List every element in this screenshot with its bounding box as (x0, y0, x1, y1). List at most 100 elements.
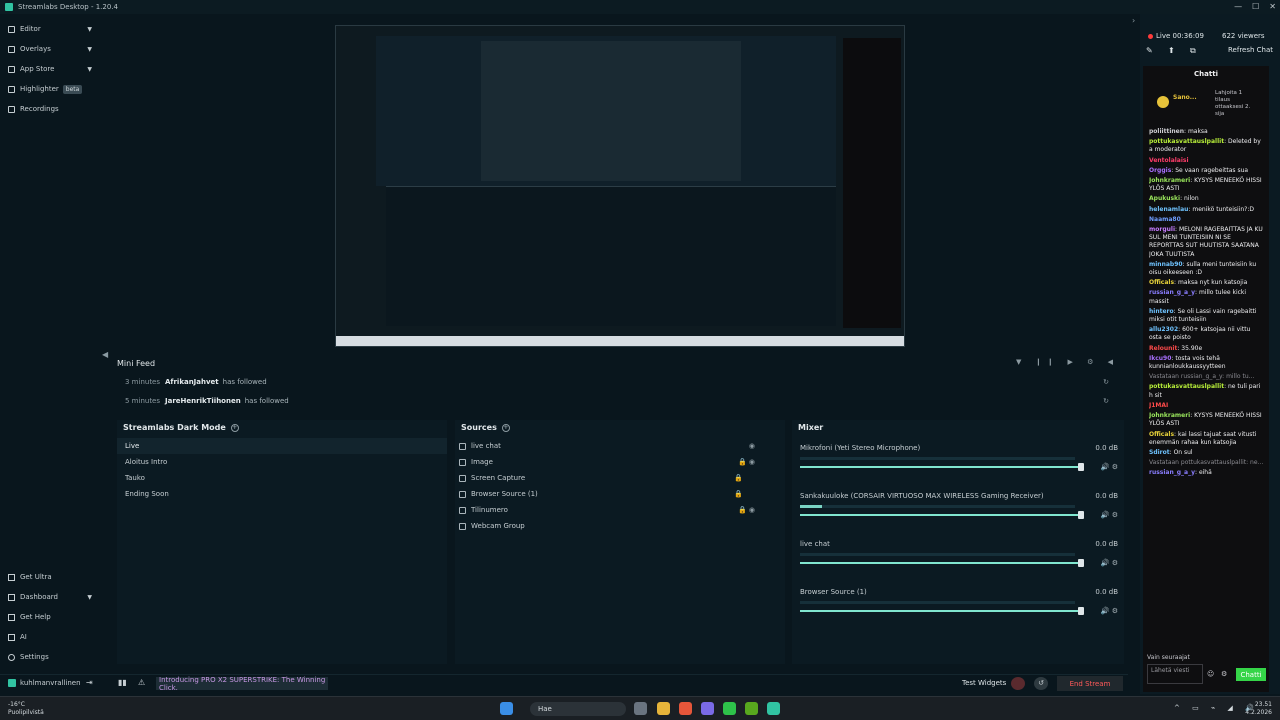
stream-preview[interactable] (335, 25, 905, 347)
performance-icon[interactable]: ▮▮ (118, 678, 127, 687)
sidebar-item-overlays[interactable]: Overlays ▼ (0, 40, 100, 58)
taskbar-clock[interactable]: 23.51 4.2.2026 (1245, 701, 1272, 717)
chat-settings-icon[interactable]: ⚙ (1221, 670, 1227, 678)
spotify-icon[interactable] (723, 702, 736, 715)
chat-username[interactable]: pottukasvattauslpallit (1149, 138, 1224, 145)
source-item[interactable]: Webcam Group (455, 518, 783, 534)
gift-banner[interactable]: Sano... Lahjoita 1 tilaus ottaaksesi 2. … (1157, 90, 1257, 122)
chat-username[interactable]: allu2302 (1149, 326, 1178, 333)
chat-username[interactable]: Officals (1149, 431, 1174, 438)
chat-username[interactable]: Officals (1149, 279, 1174, 286)
test-widgets-button[interactable]: Test Widgets (962, 679, 1006, 687)
logout-icon[interactable]: ⇥ (86, 678, 93, 687)
start-icon[interactable] (500, 702, 513, 715)
mute-settings-icons[interactable]: 🔊 ⚙ (1101, 511, 1118, 519)
source-item[interactable]: Screen Capture 🔒 (455, 470, 783, 486)
volume-slider-handle[interactable] (1078, 511, 1084, 519)
replay-icon[interactable]: ↻ (1103, 397, 1109, 405)
close-button[interactable]: ✕ (1269, 2, 1276, 11)
chat-username[interactable]: hintero (1149, 308, 1174, 315)
scene-item-ending-soon[interactable]: Ending Soon (117, 486, 447, 502)
firefox-icon[interactable] (679, 702, 692, 715)
chat-username[interactable]: J1MAI (1149, 402, 1168, 409)
lock-icon[interactable]: 🔒 (734, 474, 743, 482)
chat-username[interactable]: Apukuski (1149, 195, 1180, 202)
collapse-right-icon[interactable]: › (1132, 16, 1135, 25)
scene-item-live[interactable]: Live (117, 438, 447, 454)
replay-icon[interactable]: ↻ (1103, 378, 1109, 386)
refresh-chat-button[interactable]: Refresh Chat (1228, 46, 1273, 54)
chat-username[interactable]: minnab90 (1149, 261, 1183, 268)
chat-username[interactable]: Orggis (1149, 167, 1171, 174)
discord-icon[interactable] (701, 702, 714, 715)
sidebar-item-editor[interactable]: Editor ▼ (0, 20, 100, 38)
minimize-button[interactable]: — (1234, 2, 1242, 11)
streamlabs-taskbar-icon[interactable] (767, 702, 780, 715)
source-item[interactable]: Tilinumero 🔒 ◉ (455, 502, 783, 518)
volume-slider[interactable] (800, 610, 1082, 612)
lock-visibility-icon[interactable]: 🔒 ◉ (738, 458, 755, 466)
volume-slider[interactable] (800, 514, 1082, 516)
mute-settings-icons[interactable]: 🔊 ⚙ (1101, 559, 1118, 567)
sidebar-item-dashboard[interactable]: Dashboard ▼ (0, 588, 100, 606)
record-button[interactable] (1011, 677, 1025, 690)
chat-username[interactable]: helenamlau (1149, 206, 1188, 213)
add-scene-button[interactable]: + (230, 423, 239, 432)
volume-slider[interactable] (800, 466, 1082, 468)
chat-username[interactable]: Relounit (1149, 345, 1177, 352)
collapse-left-icon[interactable]: ◀ (102, 350, 108, 359)
chat-input[interactable]: Lähetä viesti (1147, 664, 1203, 684)
promo-banner[interactable]: Introducing PRO X2 SUPERSTRIKE: The Winn… (156, 676, 328, 692)
nvidia-icon[interactable] (745, 702, 758, 715)
source-item[interactable]: Browser Source (1) 🔒 (455, 486, 783, 502)
chat-username[interactable]: russian_g_a_y (1149, 289, 1195, 296)
sidebar-item-recordings[interactable]: Recordings (0, 100, 100, 118)
end-stream-button[interactable]: End Stream (1057, 676, 1123, 691)
mini-feed-controls[interactable]: ▼ ❙❙ ▶ ⚙ ◀ (1016, 358, 1119, 366)
replay-buffer-button[interactable]: ↺ (1034, 677, 1048, 690)
notification-icon[interactable]: ⚠ (138, 678, 145, 687)
volume-slider[interactable] (800, 562, 1082, 564)
scene-collection-title[interactable]: Streamlabs Dark Mode (123, 423, 226, 432)
chat-send-button[interactable]: Chatti (1236, 668, 1266, 681)
edit-icon[interactable]: ✎ (1146, 46, 1153, 55)
chat-username[interactable]: morguli (1149, 226, 1175, 233)
lock-icon[interactable]: 🔒 (734, 490, 743, 498)
sidebar-item-ai[interactable]: AI (0, 628, 100, 646)
chat-username[interactable]: Ikcu90 (1149, 355, 1171, 362)
scene-item-aloitus-intro[interactable]: Aloitus Intro (117, 454, 447, 470)
weather-temp: -16°C (8, 701, 25, 708)
scene-item-tauko[interactable]: Tauko (117, 470, 447, 486)
chat-username[interactable]: Sdirot (1149, 449, 1170, 456)
emote-icon[interactable]: ☺ (1207, 670, 1214, 678)
chat-username[interactable]: Ventolalaisi (1149, 157, 1189, 164)
add-source-button[interactable]: + (501, 423, 510, 432)
lock-visibility-icon[interactable]: 🔒 ◉ (738, 506, 755, 514)
sidebar-item-app-store[interactable]: App Store ▼ (0, 60, 100, 78)
mute-settings-icons[interactable]: 🔊 ⚙ (1101, 463, 1118, 471)
mute-settings-icons[interactable]: 🔊 ⚙ (1101, 607, 1118, 615)
volume-slider-handle[interactable] (1078, 607, 1084, 615)
sidebar-item-settings[interactable]: Settings (0, 648, 100, 666)
source-item[interactable]: live chat ◉ (455, 438, 783, 454)
chat-username[interactable]: pottukasvattauslpallit (1149, 383, 1224, 390)
sidebar-item-get-ultra[interactable]: Get Ultra (0, 568, 100, 586)
weather-widget[interactable]: -16°C Puolipilvistä (8, 701, 44, 717)
task-view-icon[interactable] (634, 702, 647, 715)
chat-username[interactable]: Naama80 (1149, 216, 1181, 223)
file-explorer-icon[interactable] (657, 702, 670, 715)
taskbar-search[interactable]: Hae (530, 702, 626, 716)
sidebar-item-highlighter[interactable]: Highlighter beta (0, 80, 100, 98)
volume-slider-handle[interactable] (1078, 559, 1084, 567)
maximize-button[interactable]: ☐ (1252, 2, 1259, 11)
chat-username[interactable]: Johnkrameri (1149, 177, 1190, 184)
share-icon[interactable]: ⬆ (1168, 46, 1175, 55)
sidebar-item-get-help[interactable]: Get Help (0, 608, 100, 626)
volume-slider-handle[interactable] (1078, 463, 1084, 471)
chat-username[interactable]: russian_g_a_y (1149, 469, 1195, 476)
chat-username[interactable]: Johnkrameri (1149, 412, 1190, 419)
popout-icon[interactable]: ⧉ (1190, 46, 1196, 56)
source-item[interactable]: Image 🔒 ◉ (455, 454, 783, 470)
chat-username[interactable]: poliittinen (1149, 128, 1184, 135)
visibility-icon[interactable]: ◉ (749, 442, 755, 450)
